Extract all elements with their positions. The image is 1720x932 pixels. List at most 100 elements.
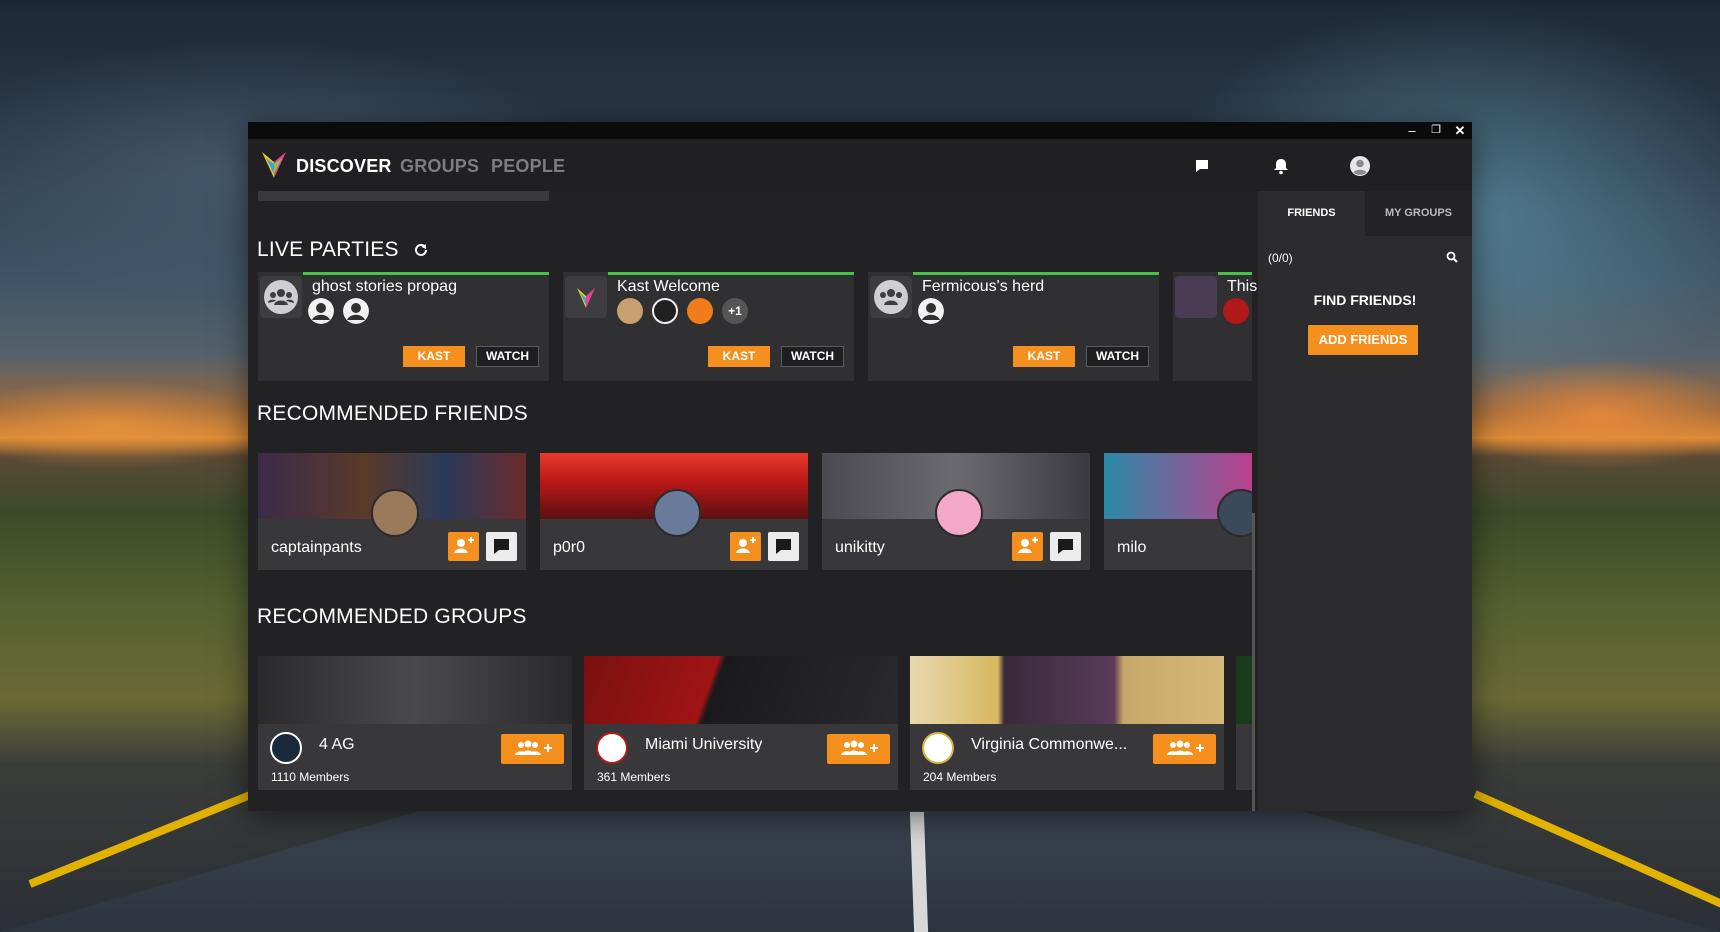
friend-name: captainpants xyxy=(271,539,362,556)
member-avatar-icon[interactable] xyxy=(343,298,369,324)
group-logo xyxy=(922,732,954,764)
add-user-icon xyxy=(1018,537,1038,553)
bell-icon[interactable] xyxy=(1270,155,1292,177)
group-name: Miami University xyxy=(645,736,763,753)
watch-button[interactable]: WATCH xyxy=(476,346,539,367)
join-group-icon xyxy=(840,740,878,755)
recommended-friends-title: RECOMMENDED FRIENDS xyxy=(257,402,528,425)
tab-groups[interactable]: GROUPS xyxy=(400,156,479,177)
message-button[interactable] xyxy=(1050,532,1081,561)
friend-avatar xyxy=(653,489,701,537)
app-logo-icon[interactable] xyxy=(262,152,286,178)
party-card[interactable]: ghost stories propag KAST WATCH xyxy=(258,272,549,381)
content-scrollbar[interactable] xyxy=(1252,513,1255,811)
watch-button[interactable]: WATCH xyxy=(781,346,844,367)
group-icon xyxy=(264,280,298,314)
app-window: – ❐ ✕ DISCOVER GROUPS PEOPLE LIVE PARTIE… xyxy=(248,122,1472,811)
message-button[interactable] xyxy=(486,532,517,561)
group-name: Virginia Commonwe... xyxy=(971,736,1128,753)
group-logo xyxy=(596,732,628,764)
live-parties-title: LIVE PARTIES xyxy=(257,238,429,262)
group-member-count: 1110 Members xyxy=(271,770,350,784)
group-banner xyxy=(258,656,572,724)
member-avatar[interactable] xyxy=(652,298,678,324)
add-friend-button[interactable] xyxy=(1012,532,1043,561)
live-indicator xyxy=(608,272,854,275)
group-banner xyxy=(910,656,1224,724)
party-card[interactable]: This xyxy=(1173,272,1257,381)
tab-my-groups[interactable]: MY GROUPS xyxy=(1365,191,1472,236)
extra-members-badge[interactable]: +1 xyxy=(722,298,748,324)
friends-side-panel: FRIENDS MY GROUPS (0/0) FIND FRIENDS! AD… xyxy=(1258,191,1472,811)
member-avatar-icon[interactable] xyxy=(308,298,334,324)
kast-button[interactable]: KAST xyxy=(1013,346,1075,367)
member-avatar-icon[interactable] xyxy=(918,298,944,324)
friend-name: unikitty xyxy=(835,539,885,556)
party-card[interactable]: Kast Welcome +1 KAST WATCH xyxy=(563,272,854,381)
chat-icon[interactable] xyxy=(1191,155,1213,177)
wallpaper-road xyxy=(0,808,1720,932)
group-icon xyxy=(874,280,908,314)
find-friends-title: FIND FRIENDS! xyxy=(1313,292,1417,308)
join-group-icon xyxy=(514,740,552,755)
member-avatar[interactable] xyxy=(617,298,643,324)
live-indicator xyxy=(913,272,1159,275)
watch-button[interactable]: WATCH xyxy=(1086,346,1149,367)
title-bar: – ❐ ✕ xyxy=(248,122,1472,139)
join-group-button[interactable] xyxy=(501,734,564,764)
top-nav: DISCOVER GROUPS PEOPLE xyxy=(248,139,1472,191)
friend-avatar xyxy=(1217,489,1252,537)
friend-card[interactable]: milo xyxy=(1104,453,1252,570)
party-avatar xyxy=(260,276,302,318)
add-user-icon xyxy=(454,537,474,553)
member-avatar[interactable] xyxy=(1223,298,1249,324)
friends-online-count: (0/0) xyxy=(1268,251,1293,265)
friend-avatar xyxy=(371,489,419,537)
close-button[interactable]: ✕ xyxy=(1448,122,1472,139)
friend-card[interactable]: captainpants xyxy=(258,453,526,570)
kast-button[interactable]: KAST xyxy=(708,346,770,367)
party-name: This xyxy=(1227,278,1258,295)
tab-people[interactable]: PEOPLE xyxy=(491,156,565,177)
live-indicator xyxy=(1218,272,1252,275)
party-avatar xyxy=(565,276,607,318)
group-card[interactable]: 4 AG 1110 Members xyxy=(258,656,572,790)
party-name: ghost stories propag xyxy=(312,278,457,295)
party-avatar xyxy=(870,276,912,318)
discover-content: LIVE PARTIES ghost stories propag KAST W… xyxy=(248,191,1258,811)
friend-card[interactable]: p0r0 xyxy=(540,453,808,570)
group-card[interactable] xyxy=(1236,656,1252,790)
tab-discover[interactable]: DISCOVER xyxy=(296,156,392,177)
group-card[interactable]: Virginia Commonwe... 204 Members xyxy=(910,656,1224,790)
join-group-button[interactable] xyxy=(827,734,890,764)
friend-name: p0r0 xyxy=(553,539,586,556)
friend-card[interactable]: unikitty xyxy=(822,453,1090,570)
add-friend-button[interactable] xyxy=(730,532,761,561)
friend-avatar xyxy=(935,489,983,537)
party-name: Fermicous's herd xyxy=(922,278,1045,295)
add-user-icon xyxy=(736,537,756,553)
add-friend-button[interactable] xyxy=(448,532,479,561)
search-icon[interactable] xyxy=(1444,249,1460,265)
party-name: Kast Welcome xyxy=(617,278,720,295)
chat-icon xyxy=(776,539,791,554)
message-button[interactable] xyxy=(768,532,799,561)
add-friends-button[interactable]: ADD FRIENDS xyxy=(1308,325,1418,355)
restore-button[interactable]: ❐ xyxy=(1424,122,1448,139)
minimize-button[interactable]: – xyxy=(1400,122,1424,139)
live-indicator xyxy=(303,272,549,275)
group-banner xyxy=(584,656,898,724)
join-group-icon xyxy=(1166,740,1204,755)
party-avatar xyxy=(1175,276,1217,318)
group-member-count: 204 Members xyxy=(923,770,997,784)
chat-icon xyxy=(1058,539,1073,554)
party-card[interactable]: Fermicous's herd KAST WATCH xyxy=(868,272,1159,381)
user-avatar-icon[interactable] xyxy=(1349,155,1371,177)
member-avatar[interactable] xyxy=(687,298,713,324)
join-group-button[interactable] xyxy=(1153,734,1216,764)
tab-friends[interactable]: FRIENDS xyxy=(1258,191,1365,236)
kast-button[interactable]: KAST xyxy=(403,346,465,367)
recommended-groups-title: RECOMMENDED GROUPS xyxy=(257,605,527,628)
group-card[interactable]: Miami University 361 Members xyxy=(584,656,898,790)
refresh-icon[interactable] xyxy=(413,242,429,258)
